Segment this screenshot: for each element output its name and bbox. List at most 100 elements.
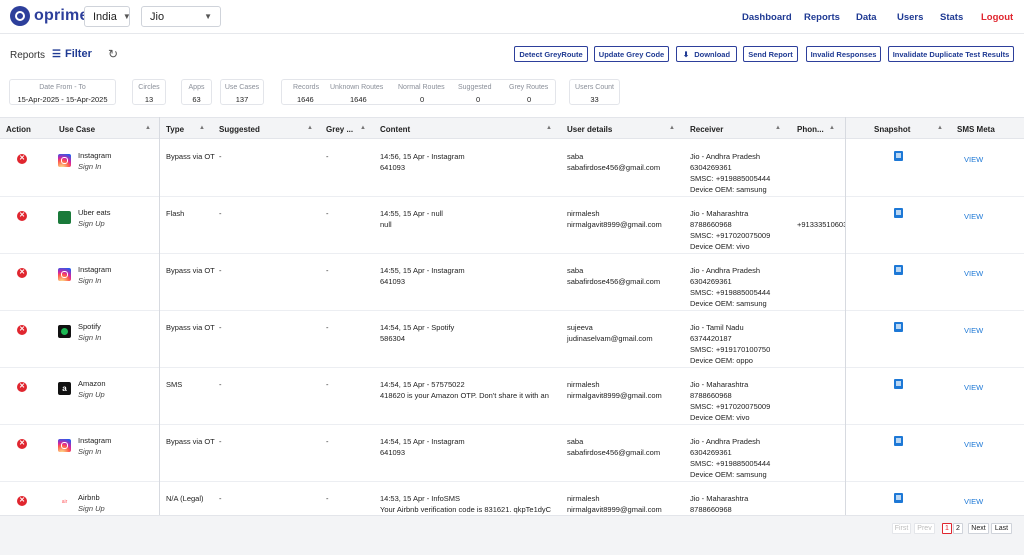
download-button[interactable]: ⬇ Download (676, 46, 737, 62)
col-phone[interactable]: Phon... (797, 125, 824, 134)
delete-icon[interactable]: ✕ (17, 496, 27, 506)
snapshot-icon[interactable] (894, 436, 903, 446)
view-link[interactable]: VIEW (964, 212, 983, 221)
delete-icon[interactable]: ✕ (17, 439, 27, 449)
country-select-value: India (93, 10, 117, 23)
stat-normal-label: Normal Routes (398, 84, 445, 91)
stat-records-label: Records (293, 84, 320, 91)
sort-icon[interactable]: ▲ (775, 125, 781, 131)
receiver-number: 6304269361 (690, 448, 732, 457)
table-row[interactable]: ✕ Spotify Sign In Bypass via OT - -14:54, 15 … (0, 311, 1024, 368)
receiver-smsc: SMSC: +919885005444 (690, 459, 771, 468)
receiver-number: 6304269361 (690, 277, 732, 286)
table-row[interactable]: ✕ Instagram Sign In Bypass via OT - -14:56, 1… (0, 140, 1024, 197)
snapshot-icon[interactable] (894, 265, 903, 275)
delete-icon[interactable]: ✕ (17, 154, 27, 164)
filter-button[interactable]: ☰ Filter (52, 48, 92, 60)
snapshot-icon[interactable] (894, 322, 903, 332)
view-link[interactable]: VIEW (964, 440, 983, 449)
col-usecase[interactable]: Use Case (59, 125, 95, 134)
user-name: saba (567, 437, 584, 446)
delete-icon[interactable]: ✕ (17, 382, 27, 392)
nav-users[interactable]: Users (897, 12, 923, 23)
stat-grey-value: 0 (527, 95, 532, 104)
nav-reports[interactable]: Reports (804, 12, 840, 23)
pager-page-1[interactable]: 1 (942, 523, 952, 534)
table-row[interactable]: ✕ Instagram Sign In Bypass via OT - -14:55, 1… (0, 254, 1024, 311)
refresh-icon[interactable]: ↻ (108, 47, 118, 61)
view-link[interactable]: VIEW (964, 326, 983, 335)
nav-dashboard[interactable]: Dashboard (742, 12, 792, 23)
app-name: Amazon (78, 379, 106, 388)
snapshot-icon[interactable] (894, 379, 903, 389)
receiver-device: Device OEM: samsung (690, 185, 767, 194)
app-name: Instagram (78, 436, 112, 445)
nav-stats[interactable]: Stats (940, 12, 963, 23)
detect-greyroute-button[interactable]: Detect GreyRoute (514, 46, 588, 62)
sort-icon[interactable]: ▲ (937, 125, 943, 131)
stat-date-range[interactable]: Date From - To 15-Apr-2025 - 15-Apr-2025 (9, 79, 116, 105)
content-body: 418620 is your Amazon OTP. Don't share i… (380, 391, 549, 400)
stat-apps: Apps 63 (181, 79, 212, 105)
delete-icon[interactable]: ✕ (17, 211, 27, 221)
sort-icon[interactable]: ▲ (829, 125, 835, 131)
snapshot-icon[interactable] (894, 151, 903, 161)
col-suggested[interactable]: Suggested (219, 125, 260, 134)
nav-data[interactable]: Data (856, 12, 877, 23)
country-select[interactable]: India ▼ (84, 6, 131, 27)
stat-routes-group: Records 1646 Unknown Routes 1646 Normal … (281, 79, 556, 105)
table-row[interactable]: ✕ a Amazon Sign Up SMS - - 14:54, 15 Apr - 5757… (0, 368, 1024, 425)
sort-icon[interactable]: ▲ (360, 125, 366, 131)
view-link[interactable]: VIEW (964, 383, 983, 392)
pager-first[interactable]: First (892, 523, 911, 534)
send-report-button[interactable]: Send Report (743, 46, 798, 62)
delete-icon[interactable]: ✕ (17, 268, 27, 278)
user-email: nirmalgavit8999@gmail.com (567, 220, 662, 229)
view-link[interactable]: VIEW (964, 497, 983, 506)
col-sms-meta[interactable]: SMS Meta (957, 125, 995, 134)
pager-prev[interactable]: Prev (914, 523, 935, 534)
pager-page-2[interactable]: 2 (953, 523, 963, 534)
pager-last[interactable]: Last (991, 523, 1012, 534)
content-header: 14:53, 15 Apr - InfoSMS (380, 494, 461, 503)
table-row[interactable]: ✕ Uber eats Sign Up Flash - - 14:55, 15 Apr - … (0, 197, 1024, 254)
view-link[interactable]: VIEW (964, 155, 983, 164)
user-email: sabafirdose456@gmail.com (567, 163, 661, 172)
app-name: Instagram (78, 151, 112, 160)
user-email: judinaselvam@gmail.com (567, 334, 653, 343)
use-case-name: Sign In (78, 162, 102, 171)
snapshot-icon[interactable] (894, 493, 903, 503)
stat-circles-label: Circles (138, 84, 160, 91)
delete-icon[interactable]: ✕ (17, 325, 27, 335)
pager-next[interactable]: Next (968, 523, 989, 534)
invalidate-duplicate-button[interactable]: Invalidate Duplicate Test Results (888, 46, 1014, 62)
suggested-cell: - (219, 323, 222, 332)
nav-logout[interactable]: Logout (981, 12, 1013, 23)
receiver-number: 8788660968 (690, 220, 732, 229)
col-grey[interactable]: Grey ... (326, 125, 353, 134)
update-grey-code-button[interactable]: Update Grey Code (594, 46, 669, 62)
content-body: 586304 (380, 334, 406, 343)
view-link[interactable]: VIEW (964, 269, 983, 278)
stat-records-value: 1646 (297, 95, 314, 104)
sort-icon[interactable]: ▲ (546, 125, 552, 131)
col-content[interactable]: Content (380, 125, 410, 134)
table-row[interactable]: ✕ Instagram Sign In Bypass via OT - -14:54, 1… (0, 425, 1024, 482)
snapshot-icon[interactable] (894, 208, 903, 218)
table-row[interactable]: ✕ air Airbnb Sign Up N/A (Legal) - - 14:53, 15 … (0, 482, 1024, 515)
suggested-cell: - (219, 494, 222, 503)
col-snapshot[interactable]: Snapshot (874, 125, 910, 134)
receiver-circle: Jio - Andhra Pradesh (690, 152, 761, 161)
invalid-responses-button[interactable]: Invalid Responses (806, 46, 881, 62)
col-user-details[interactable]: User details (567, 125, 612, 134)
col-action[interactable]: Action (6, 125, 31, 134)
sort-icon[interactable]: ▲ (669, 125, 675, 131)
sort-icon[interactable]: ▲ (307, 125, 313, 131)
sort-icon[interactable]: ▲ (199, 125, 205, 131)
sort-icon[interactable]: ▲ (145, 125, 151, 131)
col-receiver[interactable]: Receiver (690, 125, 723, 134)
operator-select[interactable]: Jio ▼ (141, 6, 221, 27)
col-type[interactable]: Type (166, 125, 184, 134)
user-email: nirmalgavit8999@gmail.com (567, 505, 662, 514)
receiver-circle: Jio - Andhra Pradesh (690, 266, 761, 275)
